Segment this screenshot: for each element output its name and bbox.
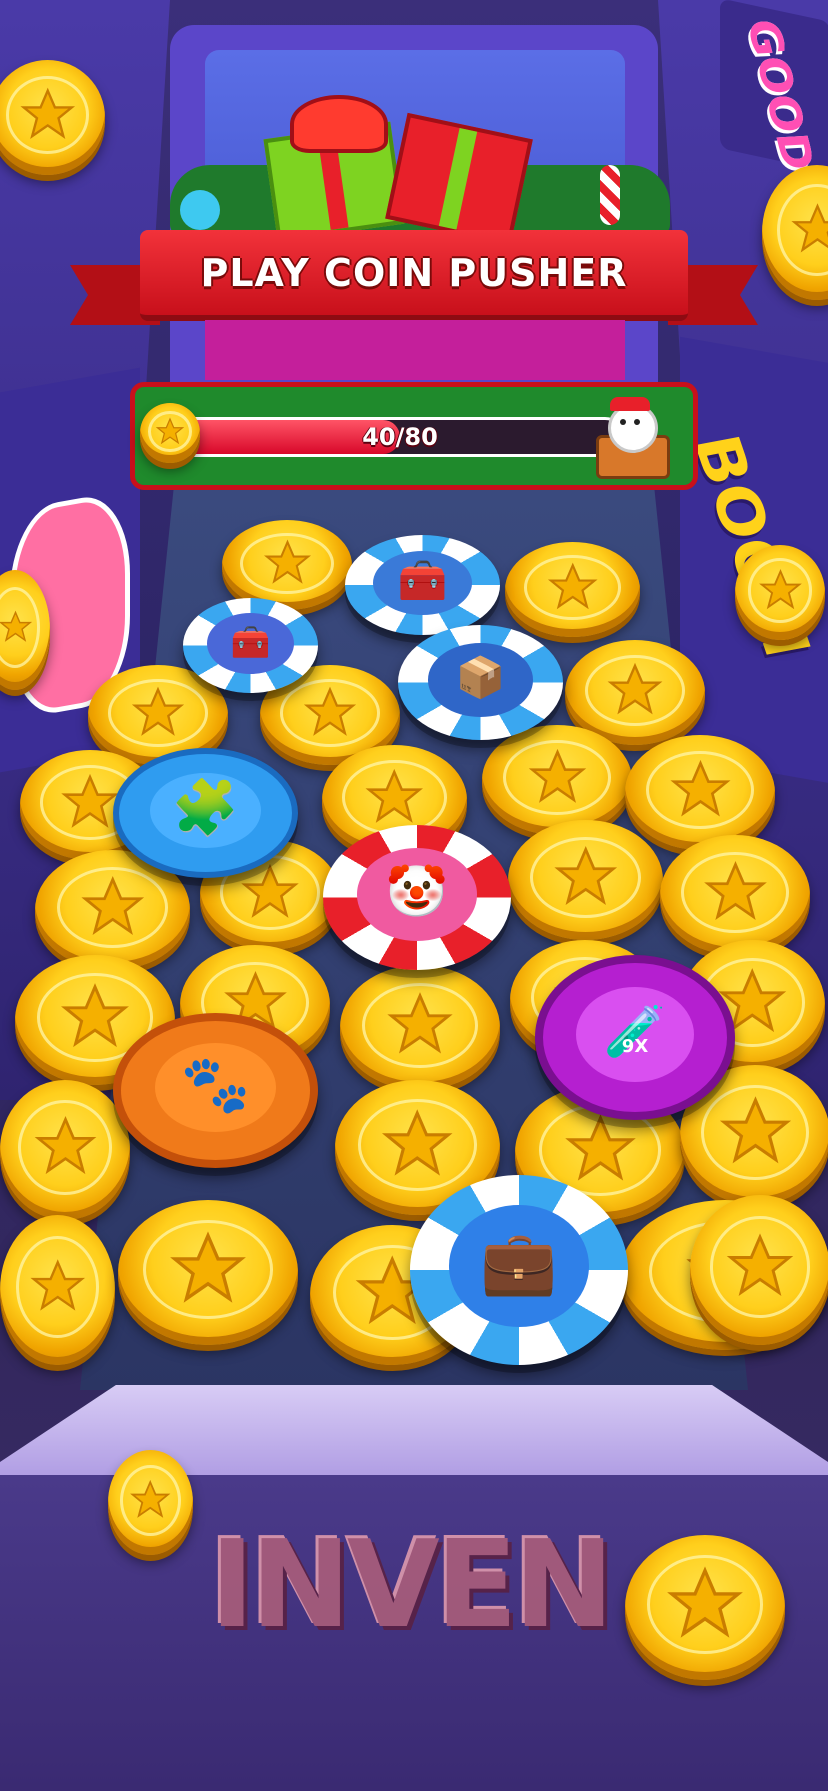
gold-star-coin (690, 1195, 828, 1345)
candy-cane (600, 165, 620, 225)
banner-body: PLAY COIN PUSHER (140, 230, 688, 321)
graffiti-top-right: GOOD (720, 0, 828, 172)
ornament-ball (180, 190, 220, 230)
gold-star-coin (118, 1200, 298, 1345)
gold-star-coin (222, 520, 352, 610)
blue-chest-icon: 🧰 (397, 558, 448, 605)
clown-card-icon: 🤡 (385, 862, 449, 921)
page-title: PLAY COIN PUSHER (200, 250, 628, 295)
graffiti-bottom: INVEN (209, 1515, 614, 1655)
gold-star-coin (0, 1080, 130, 1220)
flying-coin-bottom-right (625, 1535, 785, 1680)
coin-pusher-game: GOOD BOOM PLAY COIN PUSHER 40/80 🧰 🧰 📦 🧩… (0, 0, 828, 1791)
gold-star-coin (625, 735, 775, 850)
progress-panel: 40/80 (130, 382, 698, 490)
gold-star-coin (482, 725, 632, 835)
prize-pile (170, 95, 670, 246)
gold-star-coin (0, 1215, 115, 1365)
flying-coin-mid-right (735, 545, 825, 640)
gift-bow (290, 95, 388, 153)
title-banner: PLAY COIN PUSHER (70, 225, 758, 335)
clown-card-chip: 🤡 (323, 825, 511, 970)
blue-chest-chip: 🧰 (345, 535, 500, 635)
briefcase-chip: 💼 (410, 1175, 628, 1365)
banner-backboard (205, 320, 625, 380)
gold-star-coin (508, 820, 663, 940)
snowman-gift-chest-icon[interactable] (590, 397, 670, 479)
briefcase-icon: 💼 (480, 1225, 558, 1299)
pet-food-chip: 🐾 (113, 1013, 318, 1168)
potion-chip: 🧪 9X (535, 955, 735, 1120)
pet-food-bag-icon: 🐾 (180, 1052, 251, 1118)
orange-chest-chip: 📦 (398, 625, 563, 740)
puzzle-chip: 🧩 (113, 748, 298, 878)
potion-label: 9X (621, 1036, 649, 1058)
gold-star-coin (660, 835, 810, 955)
puzzle-piece-icon: 🧩 (171, 775, 240, 839)
purple-chest-icon: 🧰 (230, 622, 271, 661)
purple-chest-chip: 🧰 (183, 598, 318, 693)
gold-star-coin (505, 542, 640, 637)
orange-chest-icon: 📦 (455, 655, 506, 702)
progress-coin-icon (140, 403, 200, 463)
flying-coin-bottom-left (108, 1450, 193, 1555)
gold-star-coin (340, 965, 500, 1090)
progress-text: 40/80 (362, 423, 438, 451)
